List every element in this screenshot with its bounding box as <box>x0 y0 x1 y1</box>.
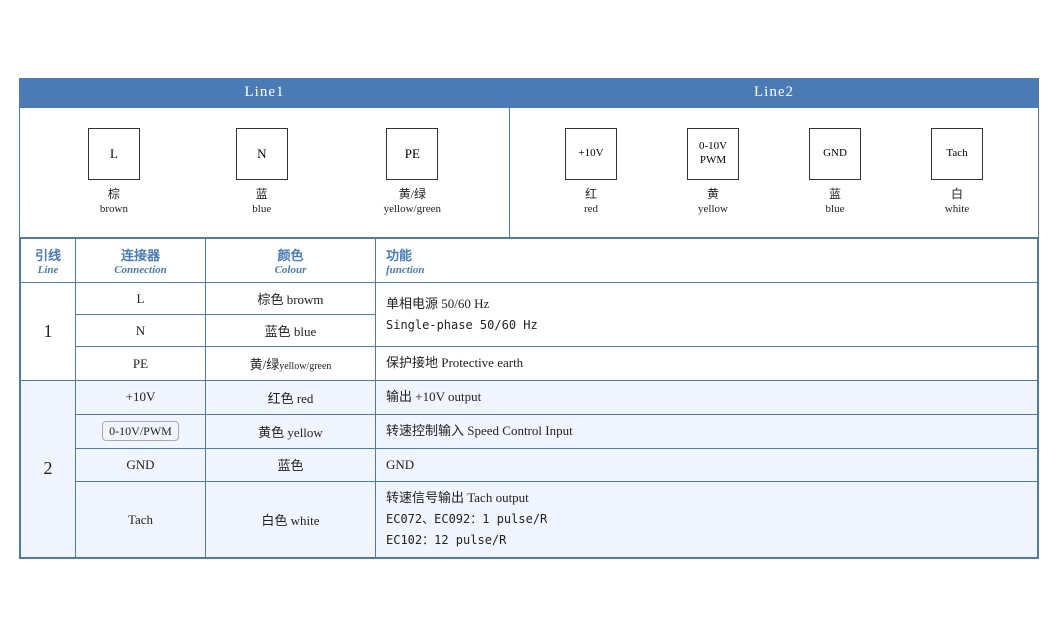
main-container: Line1 Line2 L 棕 brown N 蓝 blue PE 黄/绿 ye… <box>19 78 1039 559</box>
connector-en: yellow <box>698 202 728 217</box>
connector-cn: 蓝 <box>826 186 845 203</box>
cell-line-group: 1 <box>21 283 76 381</box>
cell-color: 白色 white <box>206 482 376 557</box>
connector-item: +10V 红 red <box>565 128 617 218</box>
connector-box: N <box>236 128 288 180</box>
cell-line-group: 2 <box>21 381 76 558</box>
cell-connector: Tach <box>76 482 206 557</box>
table-row: 2+10V红色 red输出 +10V output <box>21 381 1038 415</box>
th-line-cn: 引线 <box>31 245 65 264</box>
th-color: 颜色 Colour <box>206 239 376 283</box>
connector-box: Tach <box>931 128 983 180</box>
th-conn: 连接器 Connection <box>76 239 206 283</box>
diagram-row: L 棕 brown N 蓝 blue PE 黄/绿 yellow/green +… <box>20 108 1038 238</box>
cell-connector: N <box>76 315 206 347</box>
cell-function: 转速信号输出 Tach outputEC072、EC092：1 pulse/RE… <box>376 482 1038 557</box>
connector-en: red <box>584 202 598 217</box>
cell-color: 红色 red <box>206 381 376 415</box>
th-line: 引线 Line <box>21 239 76 283</box>
table-row: 0-10V/PWM黄色 yellow转速控制输入 Speed Control I… <box>21 414 1038 448</box>
cell-color: 蓝色 blue <box>206 315 376 347</box>
connector-box: PE <box>386 128 438 180</box>
connector-label: 红 red <box>584 186 598 218</box>
connector-cn: 白 <box>945 186 969 203</box>
th-conn-cn: 连接器 <box>86 245 195 264</box>
connector-en: white <box>945 202 969 217</box>
connector-box: GND <box>809 128 861 180</box>
cell-function: 单相电源 50/60 HzSingle-phase 50/60 Hz <box>376 283 1038 347</box>
connector-item: 0-10VPWM 黄 yellow <box>687 128 739 218</box>
table-body: 1L棕色 browm单相电源 50/60 HzSingle-phase 50/6… <box>21 283 1038 558</box>
diagram-line2: +10V 红 red 0-10VPWM 黄 yellow GND 蓝 blue … <box>510 108 1038 237</box>
cell-connector: L <box>76 283 206 315</box>
connector-label: 黄 yellow <box>698 186 728 218</box>
cell-color: 黄/绿yellow/green <box>206 347 376 381</box>
th-func-en: function <box>386 264 1027 276</box>
connector-box: 0-10VPWM <box>687 128 739 180</box>
connector-label: 黄/绿 yellow/green <box>384 186 441 218</box>
header-row: Line1 Line2 <box>20 78 1038 108</box>
th-func: 功能 function <box>376 239 1038 283</box>
connector-item: L 棕 brown <box>88 128 140 218</box>
th-color-en: Colour <box>216 264 365 276</box>
cell-function: GND <box>376 448 1038 482</box>
connector-item: PE 黄/绿 yellow/green <box>384 128 441 218</box>
connector-box: +10V <box>565 128 617 180</box>
table-header-row: 引线 Line 连接器 Connection 颜色 Colour 功能 func… <box>21 239 1038 283</box>
cell-connector: 0-10V/PWM <box>76 414 206 448</box>
cell-color: 棕色 browm <box>206 283 376 315</box>
cell-function: 输出 +10V output <box>376 381 1038 415</box>
th-line-en: Line <box>31 264 65 276</box>
cell-function: 保护接地 Protective earth <box>376 347 1038 381</box>
connector-en: brown <box>100 202 128 217</box>
connector-en: blue <box>826 202 845 217</box>
th-func-cn: 功能 <box>386 245 1027 264</box>
connector-en: yellow/green <box>384 202 441 217</box>
connector-item: Tach 白 white <box>931 128 983 218</box>
connector-en: blue <box>252 202 271 217</box>
cell-connector: GND <box>76 448 206 482</box>
th-color-cn: 颜色 <box>216 245 365 264</box>
table-wrapper: 引线 Line 连接器 Connection 颜色 Colour 功能 func… <box>20 238 1038 558</box>
table-row: PE黄/绿yellow/green保护接地 Protective earth <box>21 347 1038 381</box>
connector-cn: 棕 <box>100 186 128 203</box>
connector-cn: 黄/绿 <box>384 186 441 203</box>
connector-cn: 红 <box>584 186 598 203</box>
th-conn-en: Connection <box>86 264 195 276</box>
table-row: GND蓝色GND <box>21 448 1038 482</box>
connector-box: L <box>88 128 140 180</box>
connector-label: 白 white <box>945 186 969 218</box>
diagram-line1: L 棕 brown N 蓝 blue PE 黄/绿 yellow/green <box>20 108 510 237</box>
cell-connector: PE <box>76 347 206 381</box>
cell-color: 蓝色 <box>206 448 376 482</box>
cell-color: 黄色 yellow <box>206 414 376 448</box>
header-line2: Line2 <box>510 78 1038 107</box>
connector-cn: 黄 <box>698 186 728 203</box>
header-line1: Line1 <box>20 78 510 107</box>
data-table: 引线 Line 连接器 Connection 颜色 Colour 功能 func… <box>20 238 1038 558</box>
connector-label: 蓝 blue <box>826 186 845 218</box>
connector-cn: 蓝 <box>252 186 271 203</box>
cell-connector: +10V <box>76 381 206 415</box>
table-row: 1L棕色 browm单相电源 50/60 HzSingle-phase 50/6… <box>21 283 1038 315</box>
connector-label: 棕 brown <box>100 186 128 218</box>
table-row: Tach白色 white转速信号输出 Tach outputEC072、EC09… <box>21 482 1038 557</box>
cell-function: 转速控制输入 Speed Control Input <box>376 414 1038 448</box>
connector-label: 蓝 blue <box>252 186 271 218</box>
connector-item: GND 蓝 blue <box>809 128 861 218</box>
connector-item: N 蓝 blue <box>236 128 288 218</box>
